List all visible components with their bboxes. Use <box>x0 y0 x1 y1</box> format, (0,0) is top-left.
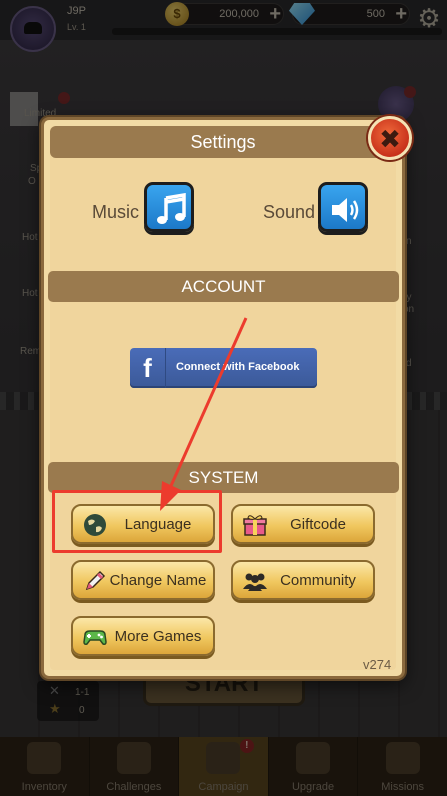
system-header-label: SYSTEM <box>188 468 259 487</box>
speaker-icon <box>332 198 359 222</box>
close-button[interactable]: ✖ <box>368 116 412 160</box>
account-header-label: ACCOUNT <box>181 277 266 296</box>
sound-toggle-button[interactable] <box>318 182 368 232</box>
pencil-icon <box>85 570 106 591</box>
music-label: Music <box>92 202 140 222</box>
music-toggle-button[interactable] <box>144 182 194 232</box>
giftcode-button[interactable]: Giftcode <box>231 504 375 544</box>
community-button-label: Community <box>280 572 356 589</box>
settings-title-bar: Settings <box>50 126 396 158</box>
giftcode-button-label: Giftcode <box>290 516 346 533</box>
change-name-button-label: Change Name <box>109 572 207 589</box>
facebook-button-label: Connect with Facebook <box>176 361 300 373</box>
music-note-icon <box>157 193 186 224</box>
settings-title: Settings <box>190 132 256 152</box>
gift-icon <box>243 515 267 536</box>
more-games-button[interactable]: More Games <box>71 616 215 656</box>
people-icon <box>243 573 267 591</box>
facebook-icon: f <box>130 348 166 388</box>
annotation-highlight-box <box>52 490 222 553</box>
version-label: v274 <box>363 657 392 672</box>
change-name-button[interactable]: Change Name <box>71 560 215 600</box>
system-section-header: SYSTEM <box>48 462 399 493</box>
account-section-header: ACCOUNT <box>48 271 399 302</box>
sound-label: Sound <box>263 202 316 222</box>
connect-facebook-button[interactable]: f Connect with Facebook <box>130 348 317 388</box>
community-button[interactable]: Community <box>231 560 375 600</box>
more-games-button-label: More Games <box>114 628 202 645</box>
gamepad-icon <box>83 630 107 645</box>
close-icon: ✖ <box>379 124 401 154</box>
